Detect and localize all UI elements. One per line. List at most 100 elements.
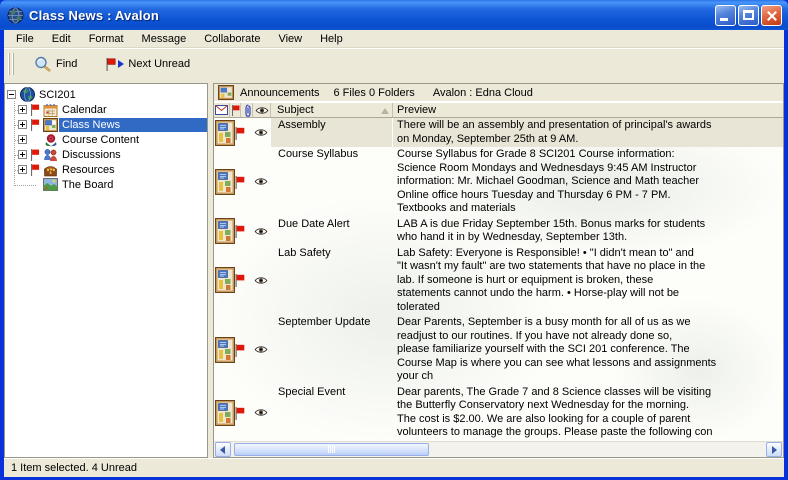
menu-format[interactable]: Format — [80, 31, 133, 47]
message-row-due-date-alert[interactable]: Due Date Alert LAB A is due Friday Septe… — [214, 217, 783, 246]
sidebar-item-label: Class News — [59, 118, 207, 132]
column-preview[interactable]: Preview — [393, 103, 783, 117]
application-window: Class News : Avalon File Edit Format Mes… — [0, 0, 788, 480]
viewed-eye-icon — [254, 217, 271, 246]
class-news-icon — [42, 118, 59, 132]
sidebar-item-label: Discussions — [59, 148, 124, 162]
sort-ascending-icon — [381, 108, 389, 114]
sidebar-item-label: Course Content — [59, 133, 142, 147]
message-preview: Lab Safety: Everyone is Responsible! • "… — [393, 246, 783, 316]
globe-icon — [19, 87, 36, 102]
envelope-icon — [215, 105, 228, 115]
sidebar-item-sci201[interactable]: SCI201 — [5, 87, 207, 102]
collapse-minus-icon[interactable] — [7, 90, 16, 99]
bulletin-icon — [214, 118, 254, 147]
sidebar-item-resources[interactable]: Resources — [5, 162, 207, 177]
status-bar: 1 Item selected. 4 Unread — [4, 458, 784, 477]
message-row-course-syllabus[interactable]: Course Syllabus Course Syllabus for Grad… — [214, 147, 783, 217]
message-subject: Lab Safety — [271, 246, 393, 316]
sidebar-item-course-content[interactable]: Course Content — [5, 132, 207, 147]
menu-file[interactable]: File — [7, 31, 43, 47]
message-preview: Course Syllabus for Grade 8 SCI201 Cours… — [393, 147, 783, 217]
menu-help[interactable]: Help — [311, 31, 352, 47]
subject-column-label: Subject — [277, 104, 314, 116]
menu-view[interactable]: View — [269, 31, 311, 47]
board-icon — [42, 178, 59, 191]
toolbar-grip[interactable] — [8, 53, 10, 75]
unread-flag-icon — [235, 176, 245, 189]
sidebar-item-label: Calendar — [59, 103, 110, 117]
find-button[interactable]: Find — [28, 52, 83, 77]
message-preview: There will be an assembly and presentati… — [393, 118, 783, 147]
discussions-icon — [42, 148, 59, 162]
expand-plus-icon[interactable] — [18, 120, 27, 129]
menu-edit[interactable]: Edit — [43, 31, 80, 47]
unread-flag-icon — [235, 274, 245, 287]
menubar: File Edit Format Message Collaborate Vie… — [4, 30, 784, 48]
sidebar-item-label: The Board — [59, 178, 116, 192]
status-text: 1 Item selected. 4 Unread — [11, 462, 137, 474]
expand-plus-icon[interactable] — [18, 165, 27, 174]
chevron-right-icon — [772, 446, 777, 454]
conference-tree-pane: SCI201 Calendar — [4, 83, 208, 458]
column-viewed[interactable] — [253, 103, 271, 117]
message-subject: Course Syllabus — [271, 147, 393, 217]
column-subject[interactable]: Subject — [271, 103, 393, 117]
sidebar-item-class-news[interactable]: Class News — [5, 117, 207, 132]
message-subject: Special Event — [271, 385, 393, 441]
scroll-right-button[interactable] — [766, 442, 782, 457]
chevron-left-icon — [220, 446, 225, 454]
expand-plus-icon[interactable] — [18, 150, 27, 159]
message-row-special-event[interactable]: Special Event Dear parents, The Grade 7 … — [214, 385, 783, 441]
unread-flag-icon — [30, 104, 42, 116]
close-button[interactable] — [761, 5, 782, 26]
sidebar-item-calendar[interactable]: Calendar — [5, 102, 207, 117]
find-label: Find — [56, 58, 77, 70]
message-row-september-update[interactable]: September Update Dear Parents, September… — [214, 315, 783, 385]
message-subject: September Update — [271, 315, 393, 385]
message-preview: Dear Parents, September is a busy month … — [393, 315, 783, 385]
tree: SCI201 Calendar — [5, 84, 207, 457]
viewed-eye-icon — [254, 385, 271, 441]
titlebar[interactable]: Class News : Avalon — [0, 0, 788, 30]
message-list: Assembly There will be an assembly and p… — [214, 118, 783, 441]
expand-plus-icon[interactable] — [18, 135, 27, 144]
next-unread-button[interactable]: Next Unread — [99, 54, 196, 75]
horizontal-scrollbar[interactable] — [214, 441, 783, 457]
eye-icon — [255, 106, 269, 115]
announcements-pane: Announcements 6 Files 0 Folders Avalon :… — [213, 83, 784, 458]
search-icon — [34, 56, 52, 73]
toolbar-grip[interactable] — [12, 53, 14, 75]
menu-collaborate[interactable]: Collaborate — [195, 31, 269, 47]
unread-flag-icon — [105, 58, 116, 71]
message-row-assembly[interactable]: Assembly There will be an assembly and p… — [214, 118, 783, 147]
preview-column-label: Preview — [397, 104, 436, 116]
sidebar-item-the-board[interactable]: The Board — [5, 177, 207, 192]
column-flag[interactable] — [230, 103, 241, 117]
window-title: Class News : Avalon — [29, 8, 159, 23]
viewed-eye-icon — [254, 246, 271, 316]
message-row-lab-safety[interactable]: Lab Safety Lab Safety: Everyone is Respo… — [214, 246, 783, 316]
column-message-type[interactable] — [214, 103, 230, 117]
sidebar-item-discussions[interactable]: Discussions — [5, 147, 207, 162]
expand-plus-icon[interactable] — [18, 105, 27, 114]
viewed-eye-icon — [254, 315, 271, 385]
unread-flag-icon — [235, 407, 245, 420]
unread-flag-icon — [30, 164, 42, 176]
unread-flag-icon — [30, 119, 42, 131]
flag-icon — [231, 105, 240, 116]
pane-title: Announcements — [240, 87, 320, 99]
bulletin-icon — [214, 147, 254, 217]
column-attachment[interactable] — [241, 103, 253, 117]
scrollbar-thumb[interactable] — [234, 443, 429, 456]
menu-message[interactable]: Message — [133, 31, 196, 47]
unread-flag-icon — [235, 225, 245, 238]
next-unread-label: Next Unread — [128, 58, 190, 70]
message-subject: Due Date Alert — [271, 217, 393, 246]
bulletin-icon — [214, 246, 254, 316]
maximize-button[interactable] — [738, 5, 759, 26]
scroll-left-button[interactable] — [215, 442, 231, 457]
minimize-button[interactable] — [715, 5, 736, 26]
bulletin-icon — [214, 315, 254, 385]
file-folder-counts: 6 Files 0 Folders — [334, 87, 415, 99]
